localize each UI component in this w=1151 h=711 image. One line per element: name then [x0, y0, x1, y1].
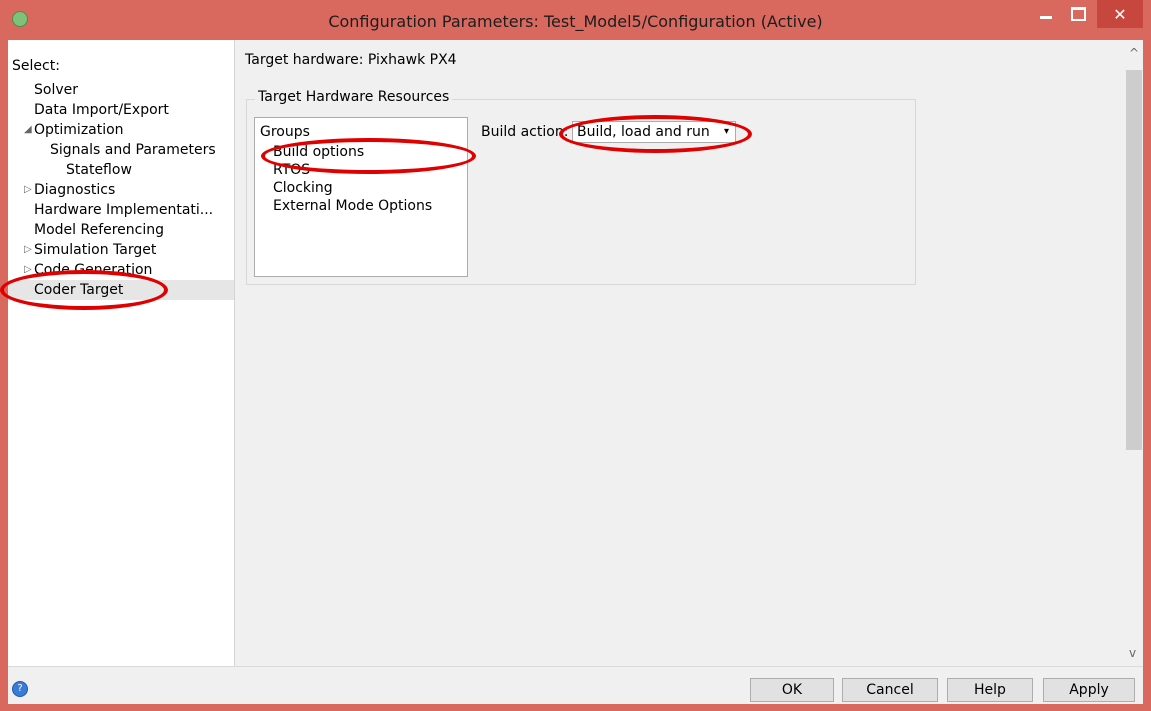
cancel-button[interactable]: Cancel — [842, 678, 938, 702]
tree-item-stateflow[interactable]: Stateflow — [66, 160, 132, 180]
minimize-icon — [1040, 15, 1052, 19]
dropdown-arrow-icon: ▾ — [723, 126, 729, 137]
expand-icon[interactable]: ▷ — [24, 240, 32, 260]
close-button[interactable]: ✕ — [1097, 0, 1143, 28]
maximize-icon — [1070, 7, 1086, 21]
target-hardware-resources-group: Target Hardware Resources Groups Build o… — [246, 89, 916, 285]
tree-item-signals-and-parameters[interactable]: Signals and Parameters — [50, 140, 216, 160]
tree-item-label: Model Referencing — [34, 222, 165, 238]
settings-panel: Target hardware: Pixhawk PX4 Target Hard… — [235, 40, 1125, 666]
tree-item-label: Simulation Target — [34, 242, 157, 258]
minimize-button[interactable] — [1030, 0, 1062, 28]
tree-item-label: Hardware Implementati... — [34, 202, 214, 218]
groups-list[interactable]: Groups Build options RTOS Clocking Exter… — [254, 117, 468, 277]
target-hardware-label: Target hardware: Pixhawk PX4 — [245, 52, 457, 68]
scroll-up-icon[interactable]: ^ — [1129, 46, 1139, 60]
category-tree-panel: Select: Solver Data Import/Export ◢ Optim… — [8, 40, 235, 666]
tree-item-label: Diagnostics — [34, 182, 116, 198]
window-title: Configuration Parameters: Test_Model5/Co… — [328, 12, 823, 31]
group-item-external-mode-options[interactable]: External Mode Options — [273, 198, 432, 214]
tree-item-simulation-target[interactable]: ▷ Simulation Target — [24, 240, 157, 260]
select-label: Select: — [12, 58, 60, 74]
tree-item-label: Stateflow — [66, 162, 132, 178]
scrollbar-thumb[interactable] — [1126, 70, 1142, 450]
tree-item-hardware-implementation[interactable]: Hardware Implementati... — [34, 200, 213, 220]
tree-item-label: Solver — [34, 82, 78, 98]
collapse-icon[interactable]: ◢ — [24, 120, 32, 140]
ok-button[interactable]: OK — [750, 678, 834, 702]
vertical-scrollbar[interactable]: ^ v — [1125, 40, 1143, 666]
group-item-clocking[interactable]: Clocking — [273, 180, 333, 196]
button-bar: ? OK Cancel Help Apply — [8, 666, 1143, 704]
tree-item-label: Optimization — [34, 122, 124, 138]
title-bar[interactable]: Configuration Parameters: Test_Model5/Co… — [0, 0, 1151, 40]
tree-item-code-generation[interactable]: ▷ Code Generation — [24, 260, 153, 280]
tree-item-solver[interactable]: Solver — [34, 80, 78, 100]
build-action-dropdown[interactable]: Build, load and run ▾ — [572, 121, 736, 143]
apply-button[interactable]: Apply — [1043, 678, 1135, 702]
build-action-value: Build, load and run — [577, 124, 710, 140]
dialog-client: Select: Solver Data Import/Export ◢ Optim… — [8, 40, 1143, 704]
tree-item-label: Code Generation — [34, 262, 153, 278]
help-button[interactable]: Help — [947, 678, 1033, 702]
tree-item-label: Data Import/Export — [34, 102, 169, 118]
tree-item-label: Coder Target — [34, 282, 124, 298]
expand-icon[interactable]: ▷ — [24, 260, 32, 280]
tree-item-diagnostics[interactable]: ▷ Diagnostics — [24, 180, 116, 200]
tree-item-model-referencing[interactable]: Model Referencing — [34, 220, 164, 240]
close-icon: ✕ — [1113, 4, 1127, 24]
maximize-button[interactable] — [1062, 0, 1094, 28]
groups-header: Groups — [260, 124, 310, 140]
tree-item-coder-target[interactable]: Coder Target — [8, 280, 234, 300]
group-item-rtos[interactable]: RTOS — [273, 162, 310, 178]
tree-item-optimization[interactable]: ◢ Optimization — [24, 120, 124, 140]
scroll-down-icon[interactable]: v — [1129, 646, 1136, 660]
tree-item-data-import-export[interactable]: Data Import/Export — [34, 100, 169, 120]
group-title: Target Hardware Resources — [255, 89, 453, 105]
tree-item-label: Signals and Parameters — [50, 142, 216, 158]
dialog-window: Configuration Parameters: Test_Model5/Co… — [0, 0, 1151, 711]
build-action-label: Build action: — [481, 124, 569, 140]
group-item-build-options[interactable]: Build options — [273, 144, 364, 160]
help-icon[interactable]: ? — [12, 681, 28, 697]
expand-icon[interactable]: ▷ — [24, 180, 32, 200]
